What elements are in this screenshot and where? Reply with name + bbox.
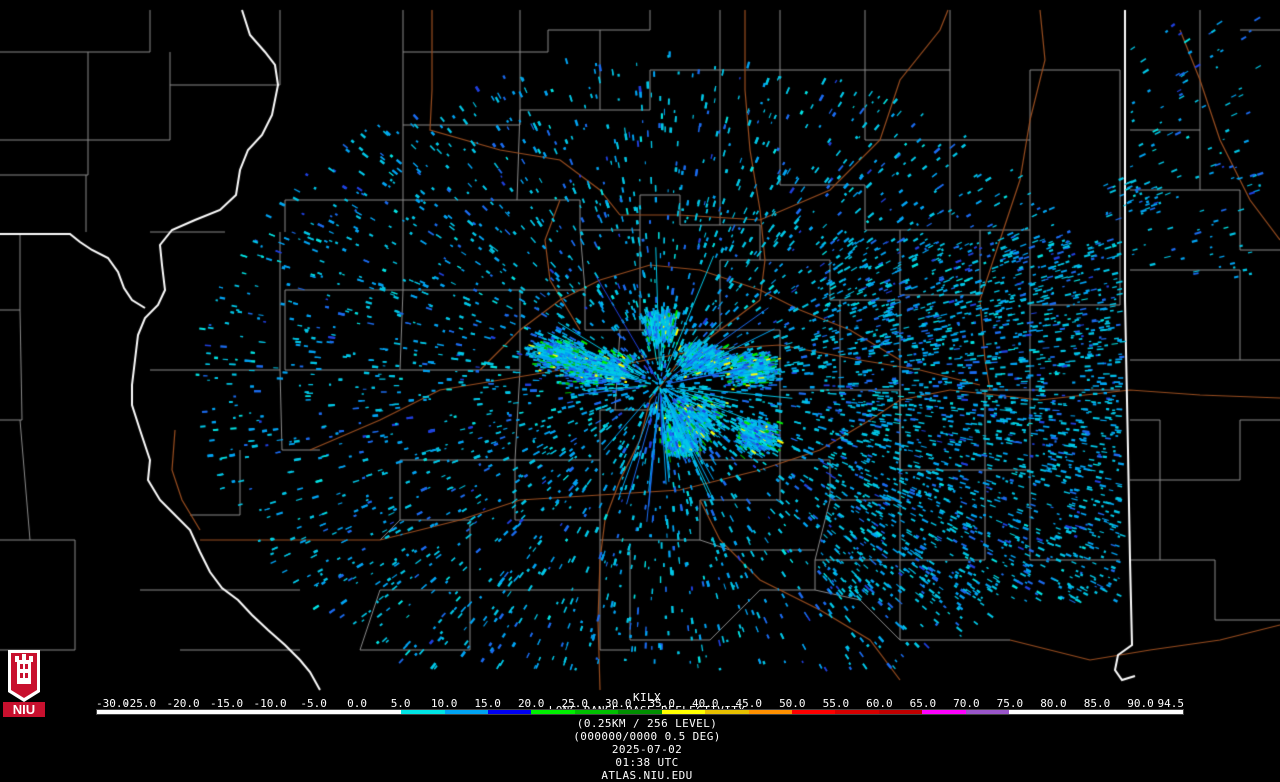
scale-color-segment bbox=[487, 710, 532, 714]
scale-color-segment bbox=[1139, 710, 1183, 714]
product-date: 2025-07-02 bbox=[611, 743, 683, 756]
scale-labels: -30.0 -25.0 -20.0 -15.0 -10.0 -5.0 0.0 5.0 10.0 1… bbox=[96, 697, 1184, 710]
scale-color-segment bbox=[97, 710, 141, 714]
scale-color-segment bbox=[357, 710, 402, 714]
product-volume: (000000/0000 0.5 DEG) bbox=[573, 730, 721, 743]
scale-color-segment bbox=[574, 710, 619, 714]
scale-color-segment bbox=[401, 710, 445, 714]
product-resolution: (0.25KM / 256 LEVEL) bbox=[576, 717, 718, 730]
scale-color-segment bbox=[531, 710, 575, 714]
scale-color-segment bbox=[922, 710, 966, 714]
scale-color-segment bbox=[965, 710, 1010, 714]
scale-color-segment bbox=[444, 710, 488, 714]
scale-color-segment bbox=[618, 710, 662, 714]
scale-color-segment bbox=[835, 710, 879, 714]
scale-color-segment bbox=[1009, 710, 1053, 714]
scale-color-segment bbox=[183, 710, 228, 714]
scale-color-segment bbox=[140, 710, 184, 714]
scale-color-segment bbox=[792, 710, 836, 714]
product-title: KILX LONG RANGE BASE REFLECTIVITY (0.25K… bbox=[0, 678, 1280, 782]
scale-color-segment bbox=[705, 710, 749, 714]
scale-color-segment bbox=[661, 710, 706, 714]
scale-color-segment bbox=[1052, 710, 1097, 714]
scale-color-segment bbox=[227, 710, 271, 714]
scale-color-segment bbox=[748, 710, 792, 714]
radar-map-canvas bbox=[0, 0, 1280, 720]
scale-color-segment bbox=[314, 710, 358, 714]
product-time: 01:38 UTC bbox=[615, 756, 679, 769]
scale-color-segment bbox=[270, 710, 315, 714]
scale-color-segment bbox=[878, 710, 923, 714]
scale-color-segment bbox=[1096, 710, 1140, 714]
reflectivity-color-bar bbox=[96, 709, 1184, 715]
product-source: ATLAS.NIU.EDU bbox=[601, 769, 693, 782]
